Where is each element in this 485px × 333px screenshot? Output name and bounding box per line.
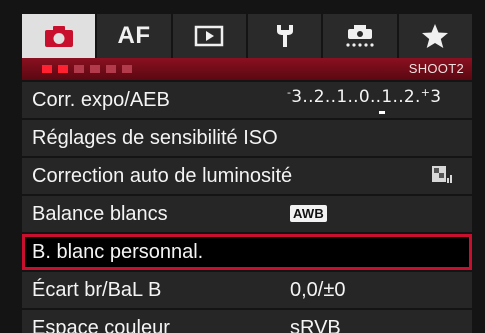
scale-minus-sign: -: [287, 86, 292, 99]
star-icon: [421, 23, 449, 49]
menu-item-label: Corr. expo/AEB: [32, 88, 170, 111]
page-dot: [74, 65, 84, 73]
menu-item-label: Réglages de sensibilité ISO: [32, 126, 278, 149]
camera-menu-screen: AF SHOOT2 Corr. expo/AEB -3..2..1..0..1.…: [0, 0, 485, 333]
menu-item-value: sRVB: [290, 316, 341, 333]
scale-end: 3: [430, 87, 442, 107]
tab-af-label: AF: [117, 22, 151, 49]
awb-badge: AWB: [290, 205, 327, 222]
page-dot: [106, 65, 116, 73]
menu-item-value: 0,0/±0: [290, 278, 346, 301]
menu-item-white-balance[interactable]: Balance blancs AWB: [22, 196, 472, 232]
page-dot: [42, 65, 52, 73]
page-indicator-bar: SHOOT2: [22, 58, 472, 80]
auto-lighting-optimizer-icon: [432, 166, 454, 184]
play-icon: [194, 24, 224, 48]
wrench-icon: [273, 23, 297, 49]
menu-item-label: Balance blancs: [32, 202, 168, 225]
menu-item-label: Correction auto de luminosité: [32, 164, 293, 187]
tab-shooting[interactable]: [22, 14, 98, 58]
page-dot: [122, 65, 132, 73]
tab-custom-functions[interactable]: [323, 14, 399, 58]
menu-item-label: Espace couleur: [32, 316, 170, 333]
menu-item-label: Écart br/BaL B: [32, 278, 162, 301]
scale-ticks: 3..2..1..0..1..2.: [291, 87, 421, 107]
page-label: SHOOT2: [408, 61, 464, 76]
menu-item-auto-lighting-optimizer[interactable]: Correction auto de luminosité: [22, 158, 472, 194]
scale-plus-sign: +: [420, 86, 431, 99]
page-dot: [90, 65, 100, 73]
menu-item-custom-white-balance[interactable]: B. blanc personnal.: [22, 234, 472, 270]
menu-item-label: B. blanc personnal.: [32, 240, 204, 263]
custom-camera-icon: [344, 23, 376, 49]
tab-playback[interactable]: [173, 14, 248, 58]
page-dot: [58, 65, 68, 73]
page-dots: [42, 65, 132, 73]
menu-list: Corr. expo/AEB -3..2..1..0..1..2.+3 Régl…: [22, 82, 472, 333]
menu-item-iso-settings[interactable]: Réglages de sensibilité ISO: [22, 120, 472, 156]
exposure-scale: -3..2..1..0..1..2.+3: [287, 86, 442, 114]
menu-item-color-space[interactable]: Espace couleur sRVB: [22, 310, 472, 333]
exposure-marker: [379, 111, 385, 114]
menu-tab-bar: AF: [22, 14, 472, 58]
menu-item-wb-shift-bracket[interactable]: Écart br/BaL B 0,0/±0: [22, 272, 472, 308]
camera-icon: [44, 24, 74, 48]
tab-af[interactable]: AF: [97, 14, 173, 58]
tab-setup[interactable]: [248, 14, 324, 58]
menu-item-exposure-compensation[interactable]: Corr. expo/AEB -3..2..1..0..1..2.+3: [22, 82, 472, 118]
tab-my-menu[interactable]: [399, 14, 472, 58]
